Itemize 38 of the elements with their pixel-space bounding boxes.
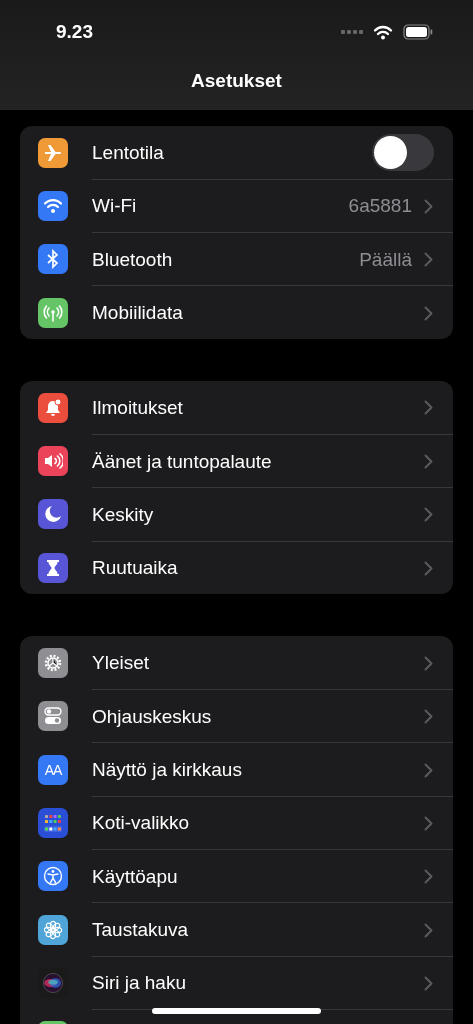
wifi-icon — [373, 24, 393, 40]
setting-label[interactable]: Mobiilidata — [92, 302, 424, 325]
setting-label[interactable]: Bluetooth — [92, 248, 360, 271]
chevron-icon — [424, 762, 433, 778]
status-time: 9.23 — [56, 21, 93, 43]
chevron-icon — [424, 305, 433, 321]
setting-label[interactable]: Ruutuaika — [92, 557, 424, 580]
setting-label[interactable]: Ohjauskeskus — [92, 705, 424, 728]
setting-label[interactable]: Wi-Fi — [92, 195, 349, 218]
chevron-icon — [424, 975, 433, 991]
chevron-icon — [424, 198, 433, 214]
chevron-icon — [424, 252, 433, 268]
setting-label[interactable]: Ilmoitukset — [92, 396, 424, 419]
chevron-icon — [424, 454, 433, 470]
chevron-icon — [424, 709, 433, 725]
setting-label[interactable]: Siri ja haku — [92, 972, 424, 995]
chevron-icon — [424, 400, 433, 416]
chevron-icon — [424, 655, 433, 671]
setting-label[interactable]: Koti-valikko — [92, 812, 424, 835]
setting-label[interactable]: Lentotila — [92, 141, 372, 164]
battery-icon — [403, 24, 433, 40]
setting-label[interactable]: Yleiset — [92, 652, 424, 674]
setting-label[interactable]: Keskity — [92, 503, 424, 526]
setting-value: 6a5881 — [348, 195, 412, 218]
chevron-icon — [424, 869, 433, 885]
setting-label[interactable]: Näyttö ja kirkkaus — [92, 759, 424, 782]
chevron-icon — [424, 507, 433, 523]
setting-label[interactable]: Äänet ja tuntopalaute — [92, 450, 424, 473]
chevron-icon — [424, 922, 433, 938]
signal-icon — [341, 29, 363, 35]
text-size-icon: AA — [44, 761, 62, 778]
toggle-switch[interactable] — [372, 134, 434, 172]
setting-value: Päällä — [359, 248, 412, 271]
page-title: Asetukset — [191, 70, 282, 92]
setting-label[interactable]: Taustakuva — [92, 919, 424, 941]
chevron-icon — [424, 560, 433, 576]
chevron-icon — [424, 815, 433, 831]
setting-label[interactable]: Käyttöapu — [92, 865, 424, 888]
